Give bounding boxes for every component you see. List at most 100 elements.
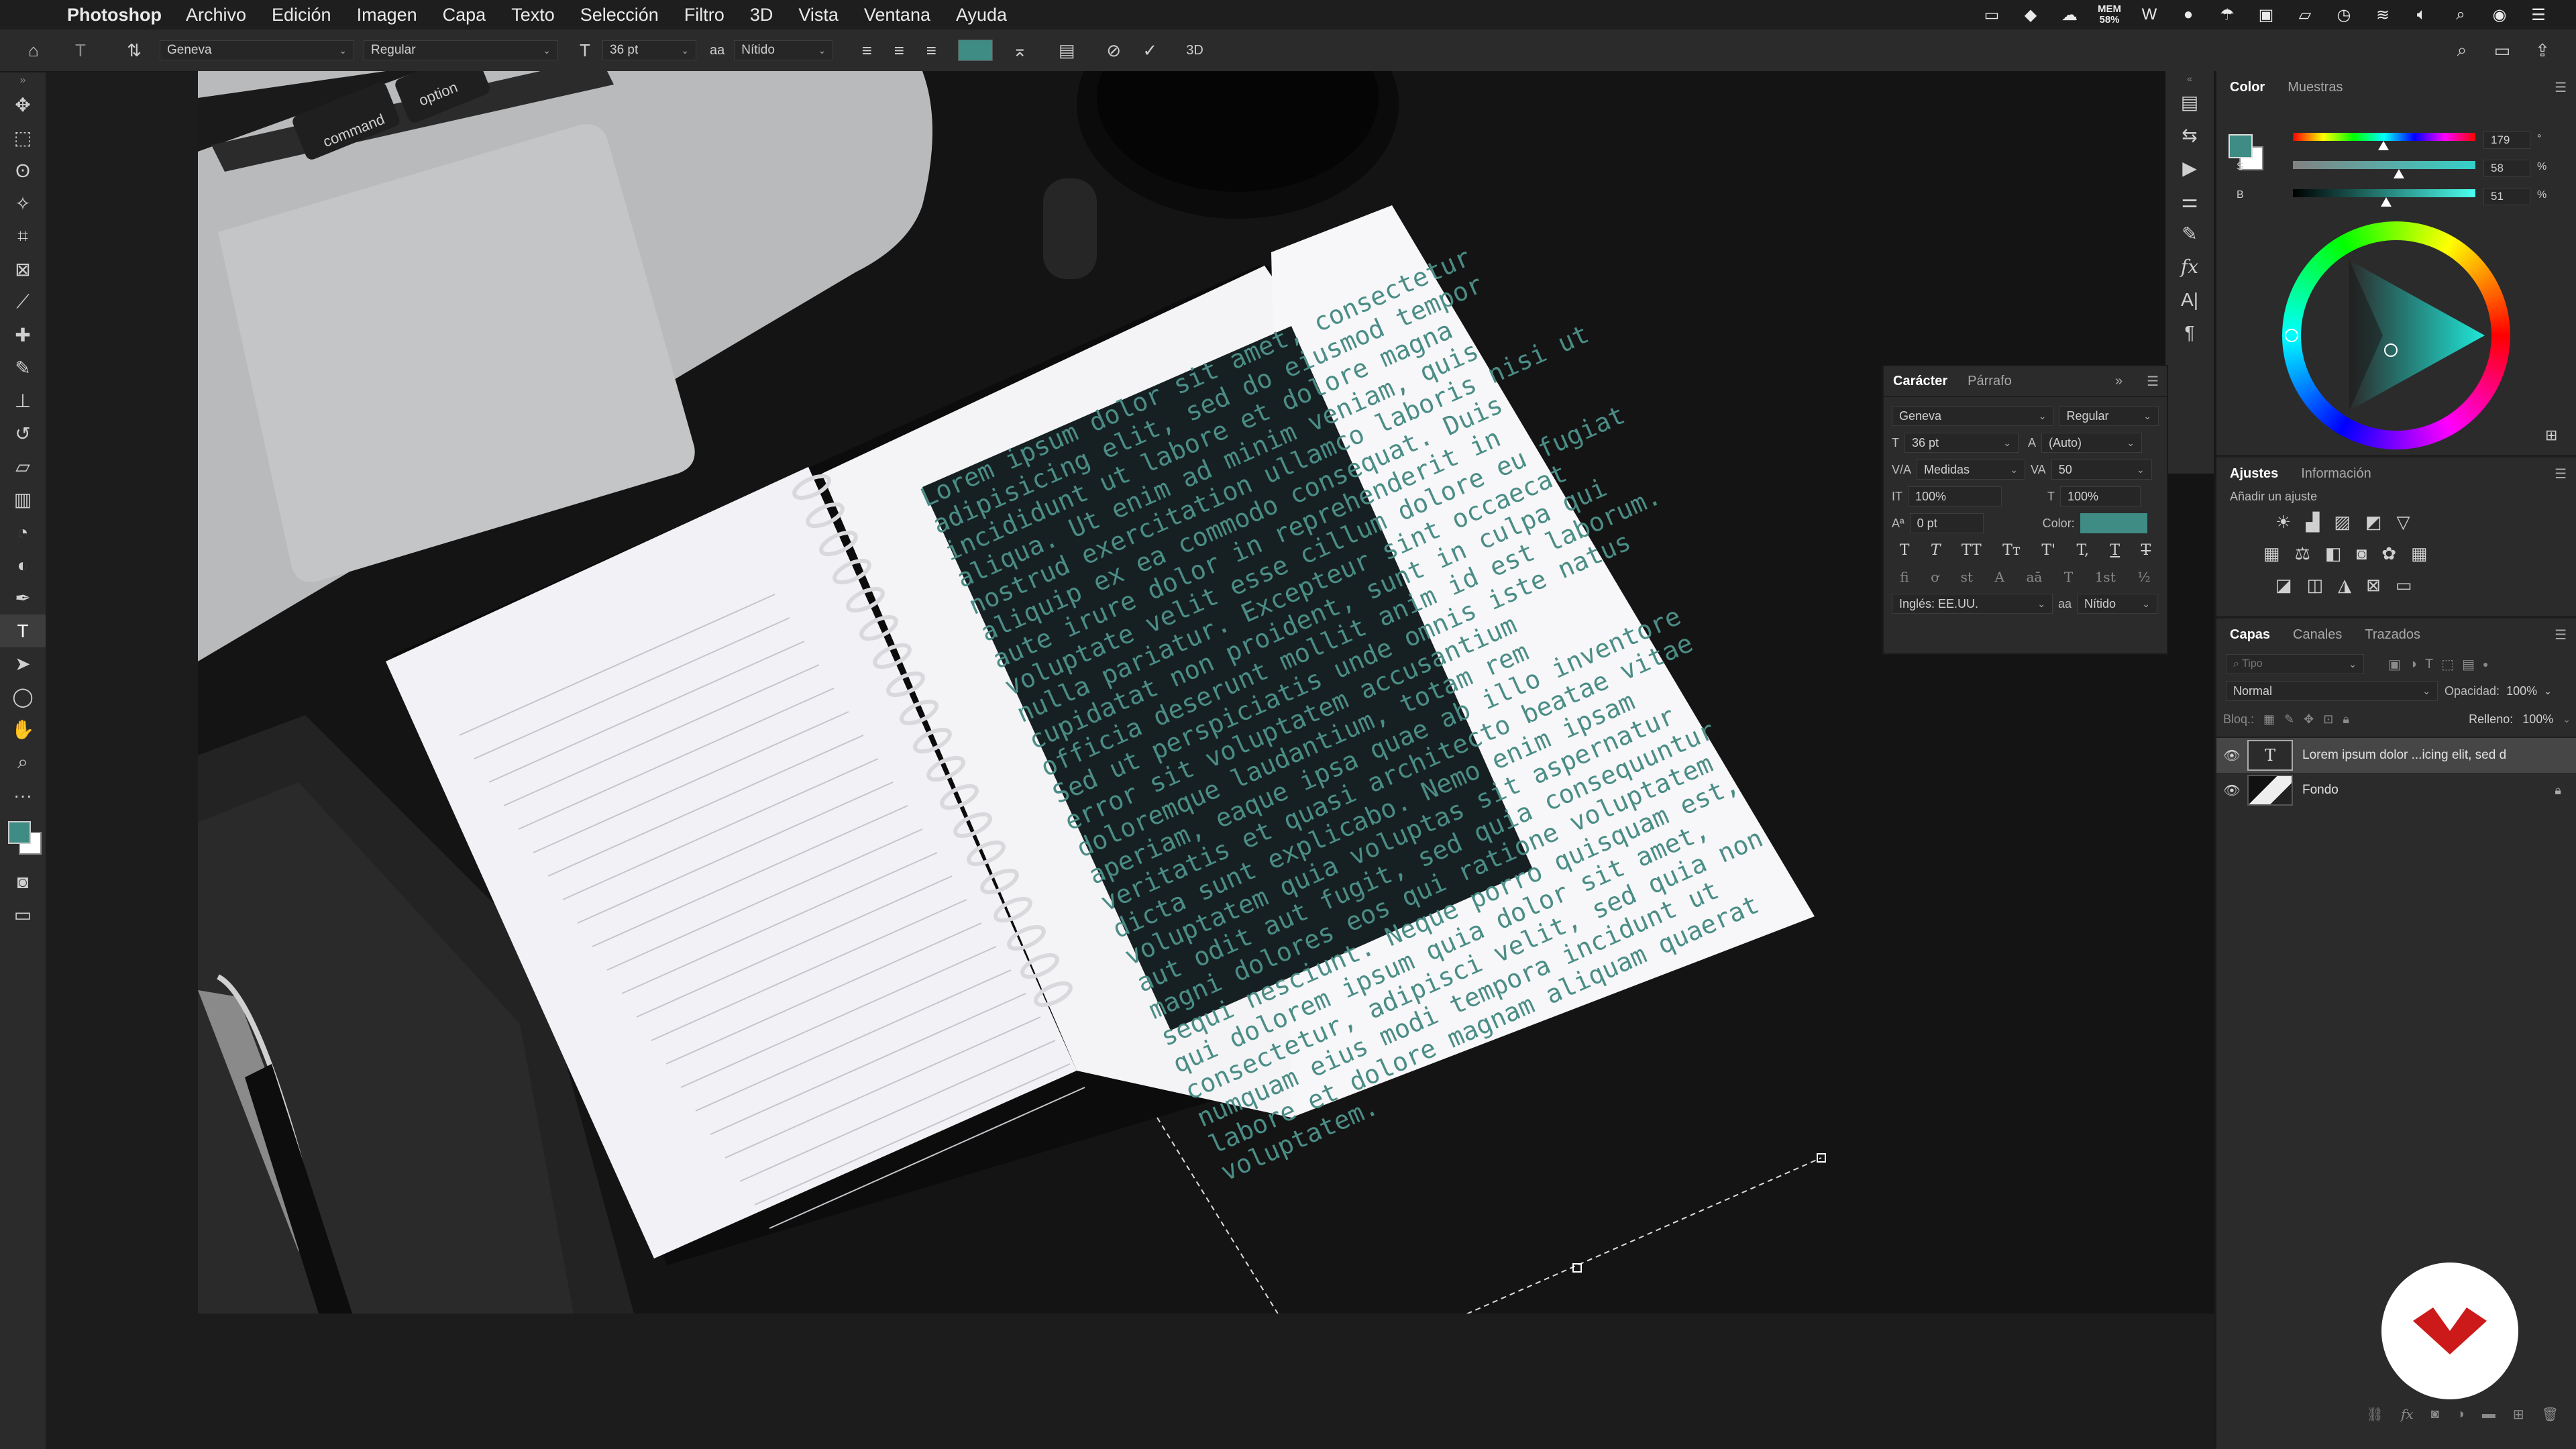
layer-row-text[interactable]: 👁︎ T Lorem ipsum dolor ...icing elit, se… [2216, 738, 2576, 773]
quick-mask-icon[interactable]: ◙ [0, 865, 46, 898]
blur-tool-icon[interactable]: ◔ [0, 516, 46, 549]
healing-brush-tool-icon[interactable]: ✚ [0, 319, 46, 352]
saturation-slider-thumb[interactable] [2393, 169, 2404, 178]
fractions-icon[interactable]: ½ [2137, 569, 2150, 585]
tab-adjustments[interactable]: Ajustes [2230, 466, 2278, 482]
opacity-value[interactable]: 100% [2506, 684, 2537, 698]
search-icon[interactable]: ⌕ [2450, 5, 2471, 23]
styles-fx-icon[interactable]: fx [2165, 250, 2214, 283]
frame-tool-icon[interactable]: ⊠ [0, 253, 46, 286]
visibility-eye-icon[interactable]: 👁︎ [2216, 782, 2247, 799]
selective-color-adjust-icon[interactable]: ⊠ [2366, 575, 2381, 596]
lock-transparent-icon[interactable]: ▦ [2263, 712, 2275, 727]
color-balance-adjust-icon[interactable]: ⚖ [2295, 543, 2310, 564]
chevron-down-icon[interactable]: ⌄ [2544, 686, 2552, 697]
pen-tool-icon[interactable]: ✒ [0, 582, 46, 614]
ordinal-icon[interactable]: 1st [2095, 569, 2116, 585]
align-center-icon[interactable]: ≡ [885, 37, 912, 64]
menu-vista[interactable]: Vista [798, 5, 839, 25]
brightness-adjust-icon[interactable]: ☀ [2275, 512, 2291, 533]
char-font-family-select[interactable]: Geneva ⌄ [1892, 406, 2054, 426]
align-right-icon[interactable]: ≡ [918, 37, 945, 64]
actions-play-icon[interactable]: ▶ [2165, 152, 2214, 184]
faux-italic-icon[interactable]: T [1931, 542, 1941, 559]
char-hscale-field[interactable]: 100% [2060, 486, 2141, 506]
font-style-select[interactable]: Regular ⌄ [364, 40, 558, 60]
eraser-tool-icon[interactable]: ▱ [0, 450, 46, 483]
screen-mode-icon[interactable]: ▭ [0, 898, 46, 931]
menu-seleccion[interactable]: Selección [580, 5, 659, 25]
curves-adjust-icon[interactable]: ▨ [2334, 512, 2351, 533]
siri-icon[interactable]: ◉ [2489, 6, 2510, 24]
delete-layer-icon[interactable]: 🗑︎ [2542, 1406, 2559, 1423]
workspace-icon[interactable]: ▭ [2489, 37, 2516, 64]
posterize-adjust-icon[interactable]: ◫ [2307, 575, 2324, 596]
hand-tool-icon[interactable]: ✋ [0, 713, 46, 746]
hue-slider-thumb[interactable] [2378, 141, 2390, 150]
menu-ventana[interactable]: Ventana [864, 5, 930, 25]
menu-filtro[interactable]: Filtro [684, 5, 724, 25]
char-language-select[interactable]: Inglés: EE.UU. ⌄ [1892, 594, 2053, 614]
discretionary-icon[interactable]: st [1961, 569, 1973, 585]
notification-center-icon[interactable]: ☰ [2528, 6, 2549, 24]
char-leading-select[interactable]: (Auto) ⌄ [2041, 433, 2143, 453]
crop-tool-icon[interactable]: ⌗ [0, 220, 46, 253]
subscript-icon[interactable]: T, [2077, 542, 2089, 559]
properties-icon[interactable]: ⚌ [2165, 184, 2214, 217]
eyedropper-tool-icon[interactable]: ⟋ [0, 286, 46, 319]
create-3d-button[interactable]: 3D [1186, 43, 1203, 58]
color-wheel[interactable] [2282, 221, 2510, 449]
color-triangle[interactable] [2282, 221, 2510, 449]
titling-icon[interactable]: T [2064, 569, 2073, 585]
menu-edicion[interactable]: Edición [272, 5, 331, 25]
tab-info[interactable]: Información [2301, 466, 2371, 482]
character-icon[interactable]: A| [2165, 283, 2214, 316]
color-fg-swatch[interactable] [2229, 134, 2253, 158]
brightness-slider-thumb[interactable] [2380, 197, 2392, 207]
s-value-field[interactable]: 58 [2483, 160, 2530, 177]
filter-toggle-icon[interactable]: ● [2483, 659, 2488, 669]
tab-layers[interactable]: Capas [2230, 627, 2270, 643]
visibility-eye-icon[interactable]: 👁︎ [2216, 747, 2247, 764]
search-icon[interactable]: ⌕ [2449, 37, 2475, 64]
layer-filter-search[interactable]: ⌕ Tipo ⌄ [2226, 654, 2364, 674]
tab-paragraph[interactable]: Párrafo [1968, 374, 2012, 389]
char-size-select[interactable]: 36 pt ⌄ [1904, 433, 2019, 453]
history-brush-tool-icon[interactable]: ↺ [0, 417, 46, 450]
threshold-adjust-icon[interactable]: ◮ [2338, 575, 2351, 596]
foreground-color-swatch[interactable] [8, 821, 31, 844]
faux-bold-icon[interactable]: T [1900, 542, 1910, 559]
layer-style-fx-icon[interactable]: fx [2401, 1406, 2414, 1422]
marquee-tool-icon[interactable]: ⬚ [0, 121, 46, 154]
type-tool-icon[interactable]: T [0, 614, 46, 647]
font-family-select[interactable]: Geneva ⌄ [160, 40, 354, 60]
tab-character[interactable]: Carácter [1893, 374, 1947, 389]
document-canvas[interactable]: command option Lorem ipsum dolor sit ame… [198, 71, 2214, 1313]
collapse-icon[interactable]: » [0, 72, 46, 89]
b-value-field[interactable]: 51 [2483, 188, 2530, 205]
type-tool-preset-icon[interactable]: T [67, 37, 94, 64]
tab-color[interactable]: Color [2230, 80, 2265, 95]
text-color-swatch[interactable] [958, 40, 994, 61]
h-value-field[interactable]: 179 [2483, 131, 2530, 149]
lock-position-icon[interactable]: ✥ [2304, 712, 2314, 727]
memory-status[interactable]: MEM 58% [2098, 4, 2121, 25]
char-baseline-field[interactable]: 0 pt [1909, 513, 1984, 533]
filter-type-icon[interactable]: T [2425, 657, 2433, 672]
path-selection-tool-icon[interactable]: ➤ [0, 647, 46, 680]
paragraph-icon[interactable]: ¶ [2165, 316, 2214, 349]
exposure-adjust-icon[interactable]: ◩ [2365, 512, 2382, 533]
filter-adjust-icon[interactable]: ◑ [2409, 657, 2417, 672]
photo-filter-adjust-icon[interactable]: ◙ [2356, 543, 2367, 564]
add-swatch-icon[interactable]: ⊞ [2545, 427, 2557, 444]
char-font-style-select[interactable]: Regular ⌄ [2059, 406, 2159, 426]
brightness-slider[interactable] [2293, 189, 2475, 207]
tab-swatches[interactable]: Muestras [2288, 80, 2343, 95]
lasso-tool-icon[interactable]: ʘ [0, 154, 46, 187]
lock-pixels-icon[interactable]: ✎ [2284, 712, 2294, 727]
menu-archivo[interactable]: Archivo [186, 5, 246, 25]
display-icon[interactable]: ▭ [1981, 6, 2002, 24]
levels-adjust-icon[interactable]: ▟ [2306, 512, 2319, 533]
gradient-tool-icon[interactable]: ▥ [0, 483, 46, 516]
new-layer-icon[interactable]: ⊞ [2513, 1406, 2524, 1423]
